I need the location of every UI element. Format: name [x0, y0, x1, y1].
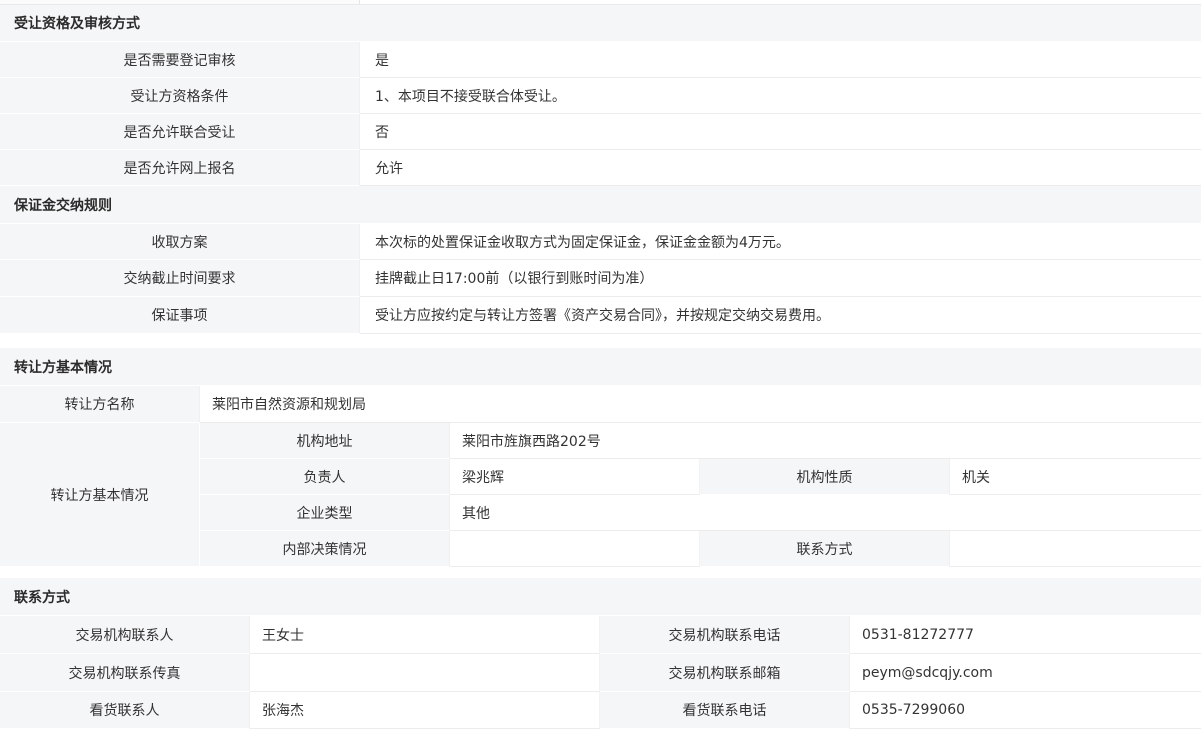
row-label: 内部决策情况 — [200, 531, 450, 567]
row-label: 受让方资格条件 — [0, 78, 360, 114]
row-value: 张海杰 — [250, 692, 600, 729]
transferor-detail-block: 转让方基本情况 机构地址 莱阳市旌旗西路202号 负责人 梁兆辉 机构性质 机关… — [0, 423, 1201, 567]
section-title-contact: 联系方式 — [0, 578, 1201, 616]
row-label: 联系方式 — [700, 531, 950, 567]
section-qualification: 受让资格及审核方式 是否需要登记审核 是 受让方资格条件 1、本项目不接受联合体… — [0, 5, 1201, 186]
row-label: 是否允许联合受让 — [0, 114, 360, 150]
table-row: 是否允许联合受让 否 — [0, 114, 1201, 150]
row-label: 机构地址 — [200, 423, 450, 459]
row-value: 0531-81272777 — [850, 616, 1201, 654]
section-spacer — [0, 567, 1201, 578]
partial-row-value-cell — [360, 0, 1201, 4]
row-value: 莱阳市自然资源和规划局 — [200, 386, 1201, 423]
row-value: 其他 — [450, 495, 1201, 531]
row-value: 梁兆辉 — [450, 459, 700, 495]
row-label: 保证事项 — [0, 297, 360, 334]
table-row: 是否允许网上报名 允许 — [0, 150, 1201, 186]
row-label: 是否允许网上报名 — [0, 150, 360, 186]
row-value: 机关 — [950, 459, 1201, 495]
transferor-name-row: 转让方名称 莱阳市自然资源和规划局 — [0, 386, 1201, 423]
section-title-transferor: 转让方基本情况 — [0, 348, 1201, 386]
table-row: 是否需要登记审核 是 — [0, 42, 1201, 78]
partial-row-label-cell — [0, 0, 360, 4]
transferor-detail-rows: 机构地址 莱阳市旌旗西路202号 负责人 梁兆辉 机构性质 机关 企业类型 其他… — [200, 423, 1201, 567]
row-label: 机构性质 — [700, 459, 950, 495]
row-value: 王女士 — [250, 616, 600, 654]
section-spacer — [0, 334, 1201, 348]
row-label: 交易机构联系邮箱 — [600, 654, 850, 692]
table-row: 保证事项 受让方应按约定与转让方签署《资产交易合同》，并按规定交纳交易费用。 — [0, 297, 1201, 334]
section-transferor: 转让方基本情况 转让方名称 莱阳市自然资源和规划局 转让方基本情况 机构地址 莱… — [0, 348, 1201, 567]
row-value: peym@sdcqjy.com — [850, 654, 1201, 692]
row-label: 看货联系人 — [0, 692, 250, 729]
row-value: 本次标的处置保证金收取方式为固定保证金，保证金金额为4万元。 — [360, 224, 1201, 260]
table-row: 交纳截止时间要求 挂牌截止日17:00前（以银行到账时间为准） — [0, 260, 1201, 297]
row-label: 交纳截止时间要求 — [0, 260, 360, 297]
table-row: 内部决策情况 联系方式 — [200, 531, 1201, 567]
row-value — [250, 654, 600, 692]
row-label: 负责人 — [200, 459, 450, 495]
table-row: 收取方案 本次标的处置保证金收取方式为固定保证金，保证金金额为4万元。 — [0, 224, 1201, 260]
row-value: 1、本项目不接受联合体受让。 — [360, 78, 1201, 114]
detail-page: 受让资格及审核方式 是否需要登记审核 是 受让方资格条件 1、本项目不接受联合体… — [0, 0, 1201, 729]
row-value: 否 — [360, 114, 1201, 150]
row-value — [950, 531, 1201, 567]
section-title-deposit-rules: 保证金交纳规则 — [0, 186, 1201, 224]
table-row: 看货联系人 张海杰 看货联系电话 0535-7299060 — [0, 692, 1201, 729]
row-value: 0535-7299060 — [850, 692, 1201, 729]
transferor-group-label: 转让方基本情况 — [0, 423, 200, 567]
table-row: 交易机构联系传真 交易机构联系邮箱 peym@sdcqjy.com — [0, 654, 1201, 692]
row-label: 交易机构联系传真 — [0, 654, 250, 692]
row-label: 转让方名称 — [0, 386, 200, 423]
table-row: 企业类型 其他 — [200, 495, 1201, 531]
row-value: 允许 — [360, 150, 1201, 186]
table-row: 交易机构联系人 王女士 交易机构联系电话 0531-81272777 — [0, 616, 1201, 654]
row-value: 挂牌截止日17:00前（以银行到账时间为准） — [360, 260, 1201, 297]
row-label: 收取方案 — [0, 224, 360, 260]
section-title-qualification: 受让资格及审核方式 — [0, 5, 1201, 42]
table-row: 受让方资格条件 1、本项目不接受联合体受让。 — [0, 78, 1201, 114]
row-value: 受让方应按约定与转让方签署《资产交易合同》，并按规定交纳交易费用。 — [360, 297, 1201, 334]
table-row: 机构地址 莱阳市旌旗西路202号 — [200, 423, 1201, 459]
section-contact: 联系方式 交易机构联系人 王女士 交易机构联系电话 0531-81272777 … — [0, 578, 1201, 729]
row-label: 看货联系电话 — [600, 692, 850, 729]
row-value: 是 — [360, 42, 1201, 78]
row-label: 是否需要登记审核 — [0, 42, 360, 78]
row-label: 企业类型 — [200, 495, 450, 531]
row-value: 莱阳市旌旗西路202号 — [450, 423, 1201, 459]
row-value — [450, 531, 700, 567]
row-label: 交易机构联系人 — [0, 616, 250, 654]
section-deposit-rules: 保证金交纳规则 收取方案 本次标的处置保证金收取方式为固定保证金，保证金金额为4… — [0, 186, 1201, 334]
row-label: 交易机构联系电话 — [600, 616, 850, 654]
table-row: 负责人 梁兆辉 机构性质 机关 — [200, 459, 1201, 495]
